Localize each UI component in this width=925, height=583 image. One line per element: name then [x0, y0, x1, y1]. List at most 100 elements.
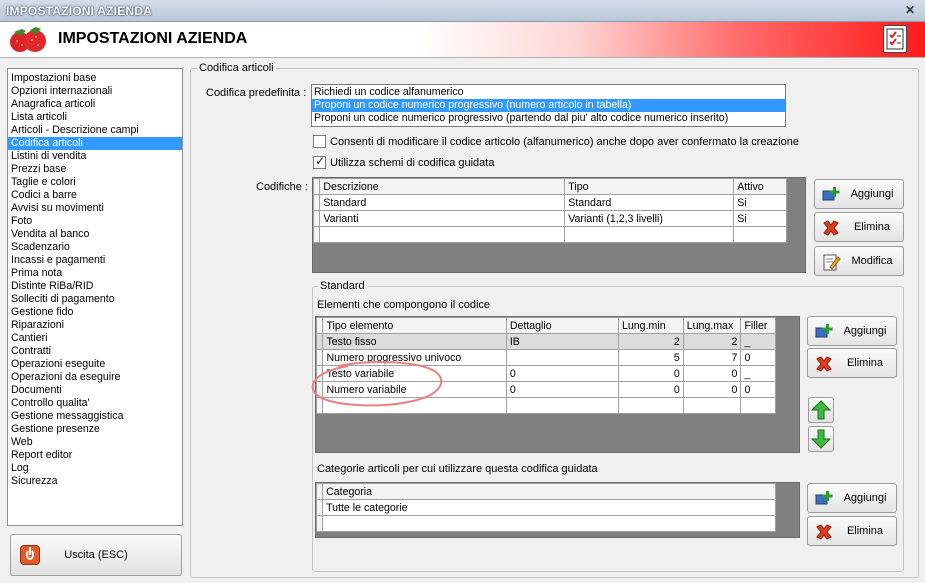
- table-cell[interactable]: 0: [618, 381, 684, 398]
- table-cell[interactable]: 0: [682, 381, 742, 398]
- categorie-grid[interactable]: Categoria Tutte le categorie: [315, 482, 800, 538]
- table-cell[interactable]: _: [740, 365, 776, 382]
- table-cell[interactable]: Si: [733, 210, 787, 227]
- close-icon[interactable]: ✕: [903, 3, 917, 17]
- sidebar-item[interactable]: Opzioni internazionali: [8, 85, 182, 98]
- table-cell[interactable]: [733, 226, 787, 243]
- table-cell[interactable]: [505, 349, 620, 366]
- table-cell[interactable]: [740, 397, 776, 414]
- table-row[interactable]: Testo fisso IB 2 2 _: [315, 333, 776, 350]
- column-header[interactable]: Attivo: [733, 178, 787, 195]
- guided-schemes-checkbox[interactable]: [313, 154, 326, 169]
- sidebar-item[interactable]: Operazioni eseguite: [8, 358, 182, 371]
- table-cell[interactable]: Varianti: [319, 210, 566, 227]
- table-cell[interactable]: [564, 226, 735, 243]
- sidebar-item[interactable]: Vendita al banco: [8, 228, 182, 241]
- column-header[interactable]: Filler: [740, 317, 776, 334]
- column-header[interactable]: Tipo elemento: [322, 317, 507, 334]
- codifiche-grid[interactable]: Descrizione Tipo Attivo Standard Standard Si V…: [312, 177, 806, 273]
- sidebar-item[interactable]: Taglie e colori: [8, 176, 182, 189]
- table-cell[interactable]: 2: [682, 333, 742, 350]
- checklist-button[interactable]: [883, 25, 907, 53]
- column-header[interactable]: Lung.max: [682, 317, 742, 334]
- sidebar-item[interactable]: Web: [8, 436, 182, 449]
- sidebar-item[interactable]: Articoli - Descrizione campi: [8, 124, 182, 137]
- sidebar-item[interactable]: Contratti: [8, 345, 182, 358]
- sidebar-item[interactable]: Documenti: [8, 384, 182, 397]
- modify-code-checkbox[interactable]: [313, 135, 326, 148]
- table-cell[interactable]: Varianti (1,2,3 livelli): [564, 210, 735, 227]
- table-row[interactable]: Tutte le categorie: [315, 499, 776, 516]
- table-cell[interactable]: 0: [740, 381, 776, 398]
- empty-row[interactable]: [312, 226, 787, 243]
- sidebar-item[interactable]: Listini di vendita: [8, 150, 182, 163]
- codifica-option[interactable]: Richiedi un codice alfanumerico: [312, 86, 785, 99]
- table-cell[interactable]: 0: [505, 365, 620, 382]
- categorie-delete-button[interactable]: Elimina: [807, 516, 897, 546]
- table-cell[interactable]: [319, 226, 566, 243]
- table-cell[interactable]: [682, 397, 742, 414]
- sidebar-item[interactable]: Prima nota: [8, 267, 182, 280]
- sidebar-item[interactable]: Lista articoli: [8, 111, 182, 124]
- sidebar-item[interactable]: Gestione presenze: [8, 423, 182, 436]
- sidebar-item[interactable]: Cantieri: [8, 332, 182, 345]
- table-cell[interactable]: [322, 515, 776, 532]
- table-cell[interactable]: 2: [618, 333, 684, 350]
- sidebar-item[interactable]: Solleciti di pagamento: [8, 293, 182, 306]
- sidebar-item[interactable]: Scadenzario: [8, 241, 182, 254]
- sidebar-item[interactable]: Codici a barre: [8, 189, 182, 202]
- sidebar-item[interactable]: Anagrafica articoli: [8, 98, 182, 111]
- codifiche-add-button[interactable]: Aggiungi: [814, 179, 904, 209]
- codifiche-delete-button[interactable]: Elimina: [814, 212, 904, 242]
- sidebar-item[interactable]: Riparazioni: [8, 319, 182, 332]
- sidebar-item[interactable]: Controllo qualita': [8, 397, 182, 410]
- table-cell[interactable]: 0: [682, 365, 742, 382]
- exit-button[interactable]: Uscita (ESC): [10, 534, 182, 576]
- sidebar-item[interactable]: Gestione fido: [8, 306, 182, 319]
- table-row[interactable]: Standard Standard Si: [312, 194, 787, 211]
- codifica-predefinita-list[interactable]: Richiedi un codice alfanumerico Proponi u…: [311, 84, 786, 127]
- sidebar-item[interactable]: Report editor: [8, 449, 182, 462]
- table-cell[interactable]: _: [740, 333, 776, 350]
- sidebar-item[interactable]: Distinte RiBa/RID: [8, 280, 182, 293]
- elementi-delete-button[interactable]: Elimina: [807, 348, 897, 378]
- column-header[interactable]: Descrizione: [319, 178, 566, 195]
- sidebar-item[interactable]: Foto: [8, 215, 182, 228]
- table-cell[interactable]: 7: [682, 349, 742, 366]
- elementi-add-button[interactable]: Aggiungi: [807, 316, 897, 346]
- column-header[interactable]: Lung.min: [618, 317, 684, 334]
- sidebar-item[interactable]: Impostazioni base: [8, 72, 182, 85]
- categorie-add-button[interactable]: Aggiungi: [807, 483, 897, 513]
- table-cell[interactable]: 0: [618, 365, 684, 382]
- table-cell[interactable]: Standard: [319, 194, 566, 211]
- settings-sidebar-list[interactable]: Impostazioni base Opzioni internazionali A…: [7, 68, 183, 526]
- sidebar-item[interactable]: Codifica articoli: [8, 137, 182, 150]
- codifiche-edit-button[interactable]: Modifica: [814, 246, 904, 276]
- empty-row[interactable]: [315, 515, 776, 532]
- table-row[interactable]: Varianti Varianti (1,2,3 livelli) Si: [312, 210, 787, 227]
- table-cell[interactable]: 5: [618, 349, 684, 366]
- move-down-button[interactable]: [808, 426, 834, 452]
- sidebar-item[interactable]: Avvisi su movimenti: [8, 202, 182, 215]
- table-cell[interactable]: IB: [505, 333, 620, 350]
- sidebar-item[interactable]: Operazioni da eseguire: [8, 371, 182, 384]
- move-up-button[interactable]: [808, 397, 834, 423]
- codifica-option[interactable]: Proponi un codice numerico progressivo (…: [312, 99, 785, 112]
- sidebar-item[interactable]: Prezzi base: [8, 163, 182, 176]
- sidebar-item[interactable]: Gestione messaggistica: [8, 410, 182, 423]
- table-cell[interactable]: Standard: [564, 194, 735, 211]
- column-header[interactable]: Dettaglio: [505, 317, 620, 334]
- column-header[interactable]: Categoria: [322, 483, 776, 500]
- sidebar-item[interactable]: Sicurezza: [8, 475, 182, 488]
- table-cell[interactable]: 0: [505, 381, 620, 398]
- codifica-option[interactable]: Proponi un codice numerico progressivo (…: [312, 112, 785, 125]
- table-cell[interactable]: Tutte le categorie: [322, 499, 776, 516]
- table-cell[interactable]: 0: [740, 349, 776, 366]
- table-cell[interactable]: Si: [733, 194, 787, 211]
- sidebar-item[interactable]: Incassi e pagamenti: [8, 254, 182, 267]
- sidebar-item[interactable]: Log: [8, 462, 182, 475]
- table-cell[interactable]: Testo fisso: [322, 333, 507, 350]
- table-cell[interactable]: [505, 397, 620, 414]
- column-header[interactable]: Tipo: [564, 178, 735, 195]
- table-cell[interactable]: [618, 397, 684, 414]
